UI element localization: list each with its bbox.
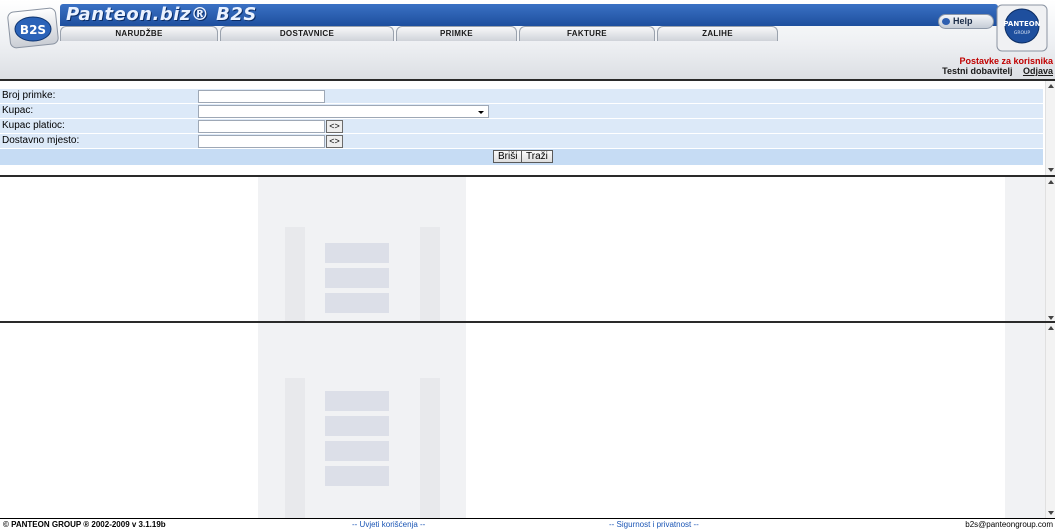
panteon-logo-text: PANTEON xyxy=(1003,20,1040,28)
privacy-link[interactable]: -- Sigurnost i privatnost -- xyxy=(609,519,699,530)
panteon-logo-subtext: GROUP xyxy=(1014,30,1030,36)
broj-primke-label: Broj primke: xyxy=(2,90,56,101)
tab-zalihe[interactable]: ZALIHE xyxy=(657,26,778,41)
form-row-broj-primke: Broj primke: xyxy=(0,89,1043,104)
tab-dostavnice[interactable]: DOSTAVNICE xyxy=(220,26,394,41)
kupac-platioc-picker-button[interactable]: <> xyxy=(326,120,343,133)
results-frame-scrollbar[interactable] xyxy=(1045,177,1055,323)
form-row-dostavno-mjesto: Dostavno mjesto: <> xyxy=(0,134,1043,149)
kupac-platioc-label: Kupac platioc: xyxy=(2,120,65,131)
building-watermark xyxy=(0,323,1055,518)
scroll-down-icon[interactable] xyxy=(1048,168,1054,172)
brand-title: Panteon.biz® B2S xyxy=(66,4,257,25)
kupac-platioc-input[interactable] xyxy=(198,120,325,133)
form-row-kupac-platioc: Kupac platioc: <> xyxy=(0,119,1043,134)
tab-primke[interactable]: PRIMKE xyxy=(396,26,517,41)
broj-primke-input[interactable] xyxy=(198,90,325,103)
terms-link[interactable]: -- Uvjeti korišćenja -- xyxy=(352,519,425,530)
b2s-logo-text: B2S xyxy=(20,23,46,37)
dostavno-mjesto-label: Dostavno mjesto: xyxy=(2,135,80,146)
scroll-up-icon[interactable] xyxy=(1048,84,1054,88)
chevron-down-icon xyxy=(478,111,484,114)
search-form: Broj primke: Kupac: Kupac platioc: <> Do… xyxy=(0,89,1043,165)
search-frame-scrollbar[interactable] xyxy=(1045,81,1055,175)
kupac-label: Kupac: xyxy=(2,105,34,116)
dostavno-mjesto-picker-button[interactable]: <> xyxy=(326,135,343,148)
help-button[interactable]: Help xyxy=(938,14,994,29)
panteon-logo: PANTEON GROUP xyxy=(996,4,1048,52)
user-name: Testni dobavitelj xyxy=(942,66,1013,76)
logout-link[interactable]: Odjava xyxy=(1023,66,1053,76)
search-button[interactable]: Traži xyxy=(521,150,553,163)
form-row-kupac: Kupac: xyxy=(0,104,1043,119)
kupac-select[interactable] xyxy=(198,105,489,118)
form-buttons: Briši Traži xyxy=(0,149,1043,165)
results-frame xyxy=(0,175,1055,323)
app-header: Panteon.biz® B2S B2S PANTEON GROUP Help … xyxy=(0,0,1055,79)
help-icon xyxy=(942,18,950,25)
details-frame-scrollbar[interactable] xyxy=(1045,323,1055,518)
app-footer: © PANTEON GROUP ® 2002-2009 v 3.1.19b --… xyxy=(0,518,1055,530)
scroll-down-icon[interactable] xyxy=(1048,316,1054,320)
clear-button[interactable]: Briši xyxy=(493,150,523,163)
scroll-up-icon[interactable] xyxy=(1048,326,1054,330)
tab-narudzbe[interactable]: NARUDŽBE xyxy=(60,26,218,41)
b2s-logo[interactable]: B2S xyxy=(7,6,61,50)
help-label: Help xyxy=(953,16,973,26)
contact-email[interactable]: b2s@panteongroup.com xyxy=(965,519,1053,530)
scroll-up-icon[interactable] xyxy=(1048,180,1054,184)
scroll-down-icon[interactable] xyxy=(1048,511,1054,515)
user-settings-link[interactable]: Postavke za korisnika xyxy=(959,56,1053,66)
tab-fakture[interactable]: FAKTURE xyxy=(519,26,655,41)
dostavno-mjesto-input[interactable] xyxy=(198,135,325,148)
copyright-text: © PANTEON GROUP ® 2002-2009 v 3.1.19b xyxy=(3,520,166,529)
user-info: Testni dobavitelj Odjava xyxy=(942,66,1053,76)
building-watermark xyxy=(0,177,1055,323)
search-frame: Broj primke: Kupac: Kupac platioc: <> Do… xyxy=(0,79,1055,175)
details-frame xyxy=(0,321,1055,518)
